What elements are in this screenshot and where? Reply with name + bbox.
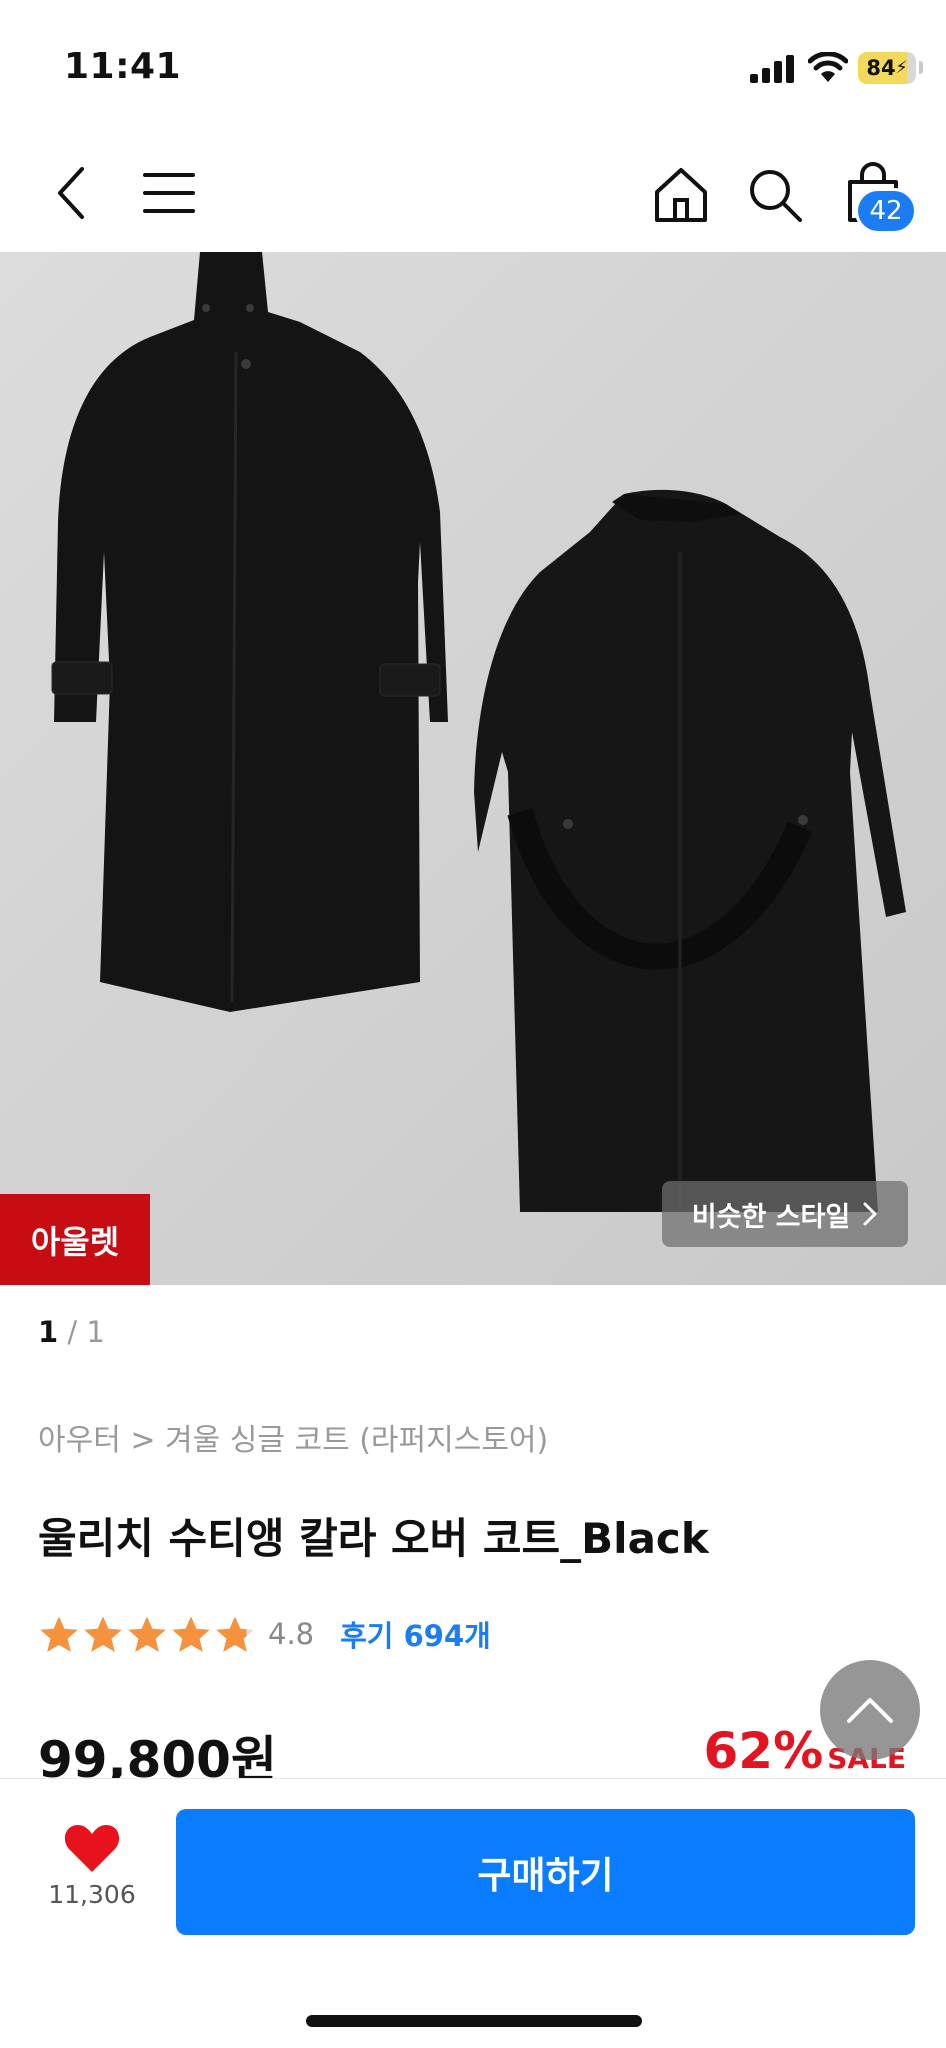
star-icon — [172, 1616, 210, 1652]
nav-bar — [0, 130, 946, 252]
like-button[interactable]: 11,306 — [40, 1822, 144, 1932]
star-rating — [38, 1614, 256, 1654]
cart-count-badge: 42 — [855, 188, 917, 234]
coat-photo — [51, 252, 906, 1212]
product-title: 울리치 수티앵 칼라 오버 코트_Black — [38, 1514, 709, 1563]
star-icon — [40, 1616, 78, 1652]
rating-value: 4.8 — [268, 1617, 315, 1651]
back-button[interactable] — [42, 158, 102, 228]
status-time: 11:41 — [64, 46, 182, 87]
reviews-link[interactable]: 후기 694개 — [340, 1613, 491, 1655]
charging-bolt-icon: ⚡ — [895, 58, 908, 78]
search-button[interactable] — [740, 160, 810, 230]
product-image[interactable] — [0, 252, 946, 1285]
coat-front-illustration — [51, 252, 448, 1012]
home-icon — [655, 168, 707, 222]
chevron-left-icon — [58, 167, 84, 219]
similar-style-button[interactable]: 비슷한 스타일 — [662, 1181, 908, 1247]
star-icon — [216, 1616, 254, 1652]
outlet-badge: 아울렛 — [0, 1194, 150, 1285]
battery-level: 84 — [866, 56, 896, 80]
chevron-right-icon — [863, 1202, 877, 1226]
star-icon — [128, 1616, 166, 1652]
battery-icon: 84 ⚡ — [858, 52, 916, 84]
coat-back-illustration — [474, 489, 906, 1212]
scroll-to-top-button[interactable] — [820, 1660, 920, 1760]
search-icon — [750, 170, 802, 222]
cellular-signal-icon — [750, 55, 794, 83]
star-icon — [84, 1616, 122, 1652]
home-indicator — [306, 2015, 642, 2027]
hamburger-menu-icon — [143, 173, 195, 213]
menu-button[interactable] — [138, 160, 200, 226]
discount-rate: 62% — [703, 1722, 824, 1780]
pager-current: 1 — [38, 1315, 59, 1349]
heart-icon — [64, 1825, 120, 1872]
like-count: 11,306 — [48, 1880, 136, 1909]
breadcrumb[interactable]: 아우터 > 겨울 싱글 코트 (라퍼지스토어) — [38, 1415, 548, 1459]
image-pager: 1 / 1 — [38, 1315, 105, 1349]
home-button[interactable] — [646, 160, 716, 230]
buy-button[interactable]: 구매하기 — [176, 1809, 915, 1935]
chevron-up-icon — [847, 1698, 893, 1723]
status-bar: 11:41 84 ⚡ — [0, 0, 946, 130]
pager-separator: / — [67, 1315, 78, 1349]
pager-total: 1 — [86, 1315, 105, 1349]
rating-row: 4.8 후기 694개 — [38, 1612, 491, 1656]
battery-cap — [919, 61, 923, 74]
wifi-icon — [808, 52, 848, 82]
similar-style-label: 비슷한 스타일 — [691, 1201, 851, 1233]
